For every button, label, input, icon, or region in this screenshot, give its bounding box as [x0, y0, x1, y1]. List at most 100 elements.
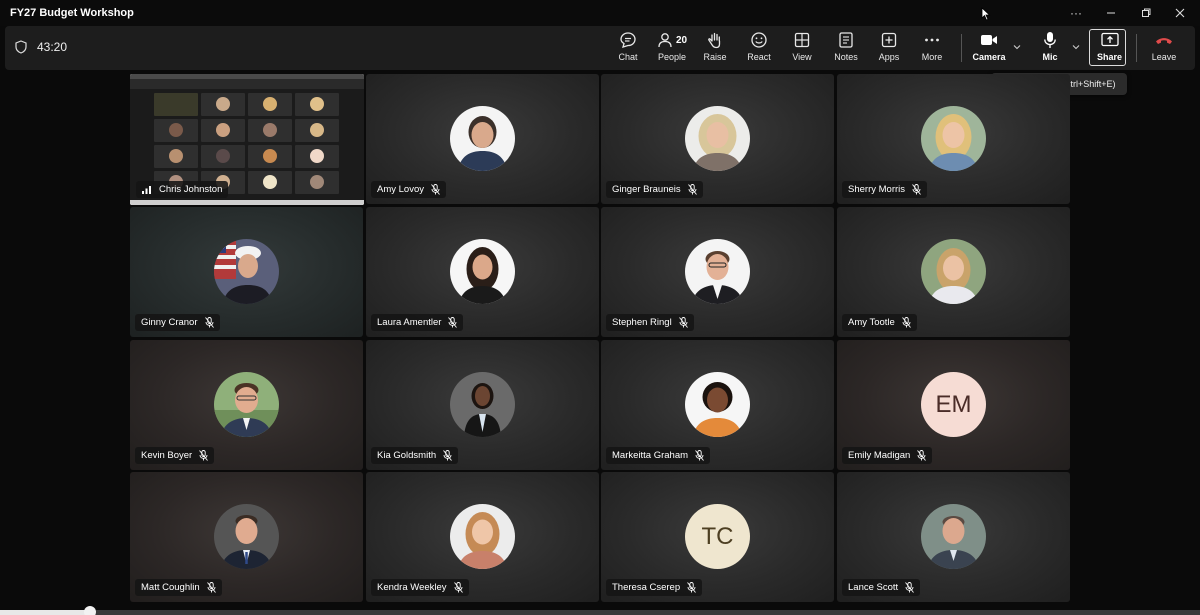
avatar: [450, 106, 515, 171]
participant-name: Sherry Morris: [848, 184, 906, 195]
more-button[interactable]: More: [917, 29, 947, 67]
raise-hand-button[interactable]: Raise: [700, 29, 730, 67]
mic-muted-icon: [443, 450, 452, 461]
participant-tile[interactable]: Sherry Morris: [837, 74, 1070, 204]
participant-tile[interactable]: Matt Coughlin: [130, 472, 363, 602]
participant-tile[interactable]: Laura Amentler: [366, 207, 599, 337]
participant-nametag: Theresa Cserep: [606, 579, 703, 596]
participant-nametag: Kevin Boyer: [135, 447, 215, 464]
mic-muted-icon: [199, 450, 209, 461]
more-horizontal-icon: [925, 38, 939, 42]
participant-name: Matt Coughlin: [141, 582, 200, 593]
participant-tile[interactable]: TC Theresa Cserep: [601, 472, 834, 602]
participant-nametag: Lance Scott: [842, 579, 921, 596]
restore-icon[interactable]: [1132, 3, 1160, 23]
participant-tile[interactable]: Markeitta Graham: [601, 340, 834, 470]
shared-screen-toolbar: [130, 79, 364, 89]
avatar: [921, 504, 986, 569]
mic-button[interactable]: Mic: [1035, 29, 1065, 67]
smiley-icon: [751, 32, 767, 48]
mic-muted-icon: [687, 582, 696, 593]
participant-tile[interactable]: Ginger Brauneis: [601, 74, 834, 204]
participant-name: Laura Amentler: [377, 317, 442, 328]
participant-tile[interactable]: Kendra Weekley: [366, 472, 599, 602]
mic-muted-icon: [453, 582, 463, 593]
shared-screen-thumbnail: [201, 145, 245, 168]
participant-tile[interactable]: Amy Tootle: [837, 207, 1070, 337]
participant-tile[interactable]: Ginny Cranor: [130, 207, 363, 337]
shield-icon: [15, 40, 27, 54]
participant-name: Kia Goldsmith: [377, 450, 437, 461]
raise-hand-icon: [708, 32, 721, 49]
participant-nametag: Stephen Ringl: [606, 314, 694, 331]
presenter-name: Chris Johnston: [159, 184, 223, 195]
shared-screen-thumbnail: [248, 145, 292, 168]
react-button[interactable]: React: [744, 29, 774, 67]
apps-button[interactable]: Apps: [874, 29, 904, 67]
participant-nametag: Ginny Cranor: [135, 314, 220, 331]
apps-label: Apps: [878, 52, 900, 62]
leave-label: Leave: [1151, 52, 1177, 62]
camera-label: Camera: [972, 52, 1006, 62]
people-button[interactable]: 20 People: [655, 29, 689, 67]
participant-nametag: Markeitta Graham: [606, 447, 711, 464]
shared-screen-tile[interactable]: Chris Johnston: [130, 74, 364, 205]
playback-scrubber-handle[interactable]: [84, 606, 96, 615]
close-icon[interactable]: [1166, 3, 1194, 23]
shared-screen-thumbnail: [248, 93, 292, 116]
meeting-toolbar: 43:20 Chat 20 People Raise React View No…: [5, 26, 1195, 70]
more-options-icon[interactable]: ···: [1062, 3, 1090, 23]
participant-tile[interactable]: Kia Goldsmith: [366, 340, 599, 470]
view-button[interactable]: View: [787, 29, 817, 67]
participant-nametag: Matt Coughlin: [135, 579, 222, 596]
minimize-icon[interactable]: [1097, 3, 1125, 23]
avatar: [214, 504, 279, 569]
leave-button[interactable]: Leave: [1149, 29, 1179, 67]
participant-tile[interactable]: Lance Scott: [837, 472, 1070, 602]
notes-button[interactable]: Notes: [831, 29, 861, 67]
participant-nametag: Sherry Morris: [842, 181, 928, 198]
notes-label: Notes: [834, 52, 858, 62]
react-label: React: [747, 52, 771, 62]
chat-icon: [620, 32, 636, 48]
camera-options-chevron-icon[interactable]: [1012, 42, 1022, 52]
camera-icon: [981, 35, 997, 45]
shared-screen-thumbnail: [201, 93, 245, 116]
playback-progress-track[interactable]: [0, 610, 1200, 615]
avatar-initials: EM: [921, 372, 986, 437]
participant-name: Markeitta Graham: [612, 450, 689, 461]
mic-muted-icon: [206, 582, 216, 593]
mic-muted-icon: [687, 184, 697, 195]
mic-muted-icon: [901, 317, 911, 328]
participant-nametag: Amy Lovoy: [371, 181, 446, 198]
mic-options-chevron-icon[interactable]: [1071, 42, 1081, 52]
shared-screen-thumbnail: [295, 171, 339, 194]
shared-screen-thumbnail: [154, 119, 198, 142]
participant-tile[interactable]: EM Emily Madigan: [837, 340, 1070, 470]
mic-muted-icon: [204, 317, 214, 328]
mic-label: Mic: [1042, 52, 1058, 62]
participant-tile[interactable]: Stephen Ringl: [601, 207, 834, 337]
avatar: [685, 372, 750, 437]
participant-name: Ginger Brauneis: [612, 184, 681, 195]
view-label: View: [792, 52, 812, 62]
participant-name: Amy Lovoy: [377, 184, 424, 195]
participant-name: Kevin Boyer: [141, 450, 193, 461]
playback-progress-fill: [0, 610, 90, 615]
participant-tile[interactable]: Amy Lovoy: [366, 74, 599, 204]
shared-screen-thumbnail: [154, 93, 198, 116]
shared-screen-thumbnail: [201, 119, 245, 142]
avatar: [921, 239, 986, 304]
avatar: [450, 372, 515, 437]
toolbar-divider: [961, 34, 962, 62]
camera-button[interactable]: Camera: [972, 29, 1006, 67]
mouse-cursor-icon: [981, 7, 991, 21]
chat-label: Chat: [618, 52, 638, 62]
chat-button[interactable]: Chat: [613, 29, 643, 67]
participant-tile[interactable]: Kevin Boyer: [130, 340, 363, 470]
avatar-initials: TC: [685, 504, 750, 569]
avatar: [685, 239, 750, 304]
more-label: More: [921, 52, 943, 62]
shared-screen-thumbnail: [248, 119, 292, 142]
participant-nametag: Kendra Weekley: [371, 579, 469, 596]
